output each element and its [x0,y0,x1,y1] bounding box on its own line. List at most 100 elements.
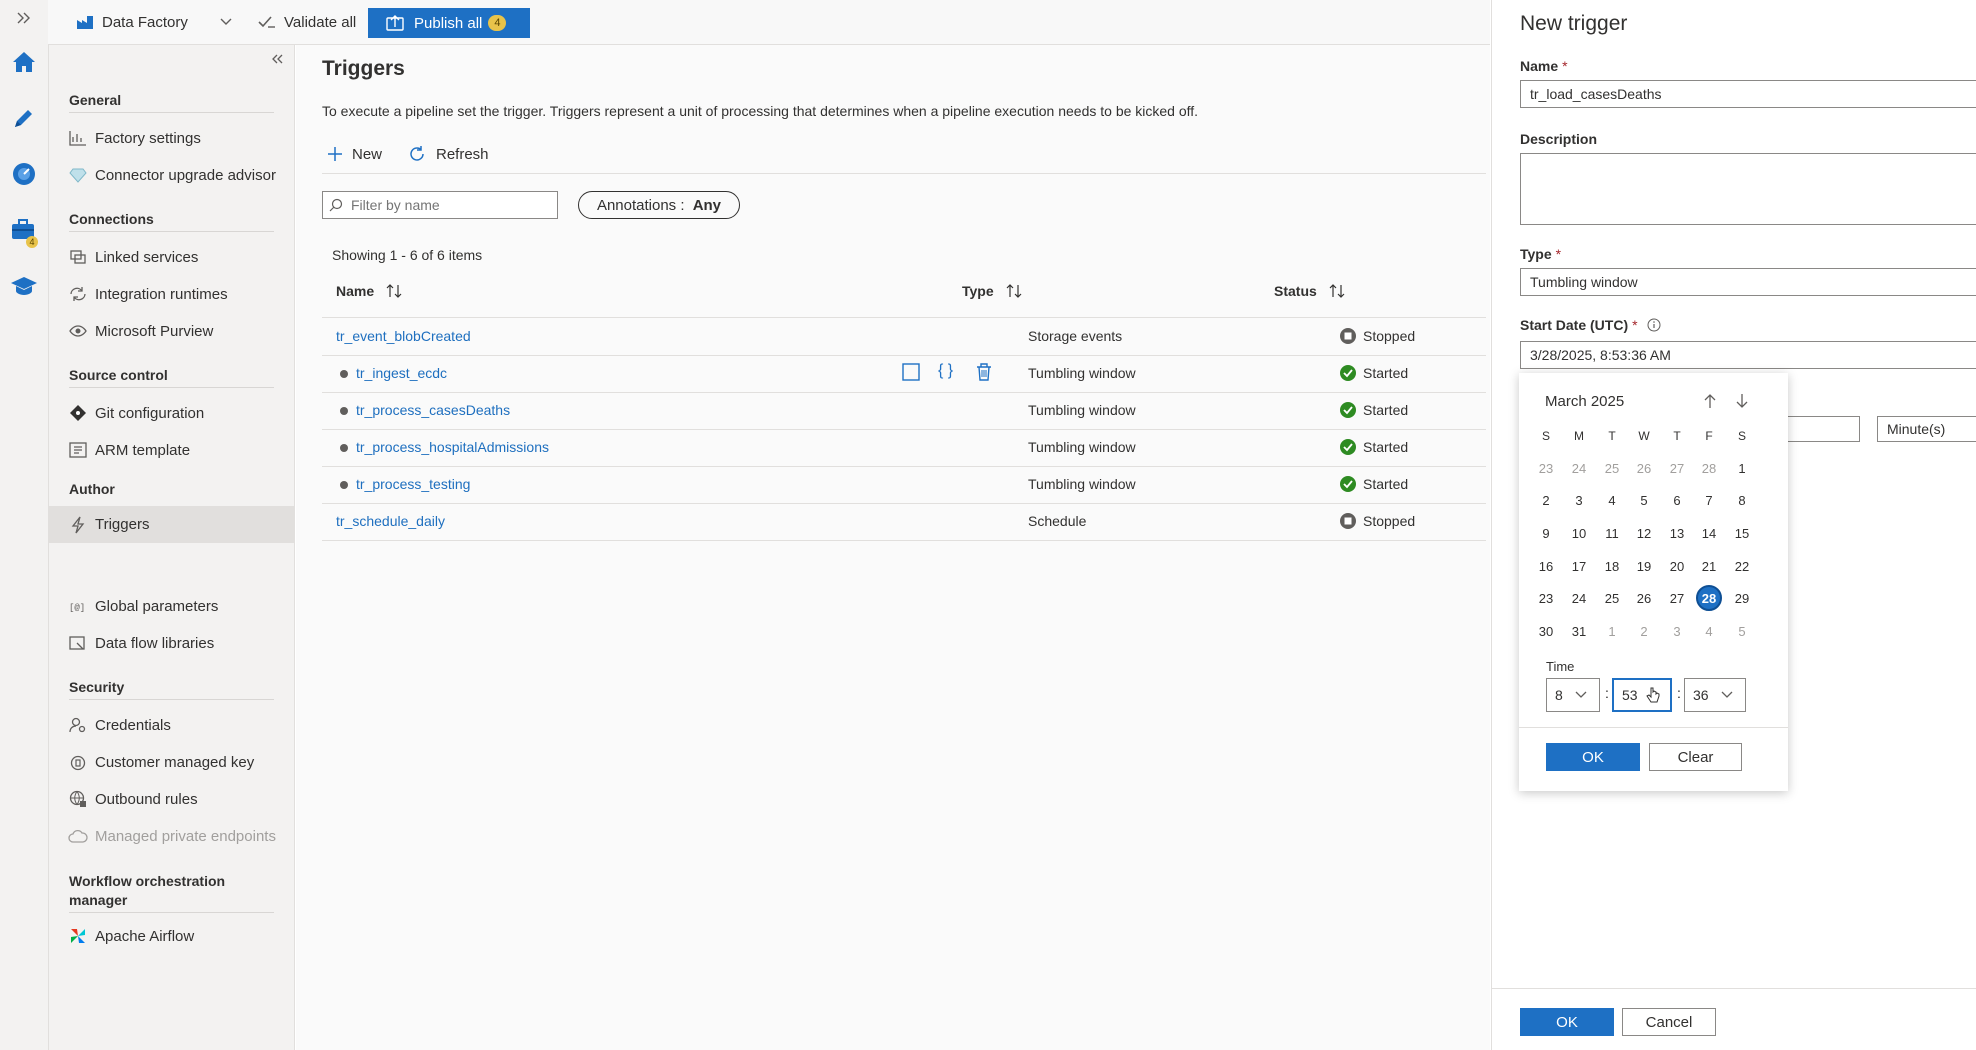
calendar-day[interactable]: 25 [1599,455,1625,481]
calendar-day[interactable]: 6 [1664,487,1690,513]
nav-item-arm-template[interactable]: ARM template [67,435,279,465]
column-header-type[interactable]: Type [962,283,1022,299]
trigger-name-link[interactable]: tr_schedule_daily [336,513,445,529]
calendar-day[interactable]: 1 [1599,618,1625,644]
trigger-name-link[interactable]: tr_process_hospitalAdmissions [356,439,549,455]
recurrence-unit-dropdown[interactable]: Minute(s) [1877,416,1976,442]
calendar-day[interactable]: 25 [1599,585,1625,611]
table-row[interactable]: tr_schedule_daily Schedule Stopped [322,503,1486,541]
second-select[interactable]: 36 [1684,678,1746,712]
annotations-filter-pill[interactable]: Annotations : Any [578,191,740,219]
nav-item-managed-private-endpoints[interactable]: Managed private endpoints [67,821,279,851]
calendar-day[interactable]: 18 [1599,553,1625,579]
table-row[interactable]: tr_ingest_ecdc { } Tumbling window Start… [322,355,1486,393]
filter-input-field[interactable] [349,196,553,214]
nav-item-apache-airflow[interactable]: Apache Airflow [67,921,279,951]
expand-rail-icon[interactable] [4,2,44,34]
author-pencil-icon[interactable] [4,98,44,138]
calendar-day[interactable]: 14 [1696,520,1722,546]
calendar-day[interactable]: 22 [1729,553,1755,579]
table-row[interactable]: tr_process_testing Tumbling window Start… [322,466,1486,504]
nav-item-triggers[interactable]: Triggers [49,506,294,543]
calendar-day[interactable]: 23 [1533,455,1559,481]
nav-item-outbound-rules[interactable]: Outbound rules [67,784,279,814]
publish-all-button[interactable]: Publish all 4 [368,8,530,38]
calendar-day[interactable]: 28 [1696,455,1722,481]
trigger-cancel-button[interactable]: Cancel [1622,1008,1716,1036]
nav-item-git-configuration[interactable]: Git configuration [67,398,279,428]
column-header-status[interactable]: Status [1274,283,1345,299]
calendar-day[interactable]: 10 [1566,520,1592,546]
calendar-day[interactable]: 15 [1729,520,1755,546]
nav-item-dataflow-libraries[interactable]: Data flow libraries [67,628,279,658]
home-icon[interactable] [4,42,44,82]
calendar-day[interactable]: 20 [1664,553,1690,579]
nav-item-customer-managed-key[interactable]: Customer managed key [67,747,279,777]
trigger-name-link[interactable]: tr_event_blobCreated [336,328,471,344]
calendar-day[interactable]: 26 [1631,455,1657,481]
previous-month-arrow-icon[interactable] [1703,393,1717,414]
nav-item-linked-services[interactable]: Linked services [67,242,279,272]
calendar-day[interactable]: 3 [1566,487,1592,513]
calendar-day[interactable]: 27 [1664,455,1690,481]
calendar-day[interactable]: 4 [1599,487,1625,513]
calendar-day[interactable]: 24 [1566,455,1592,481]
calendar-day[interactable]: 31 [1566,618,1592,644]
trigger-name-link[interactable]: tr_process_testing [356,476,470,492]
minute-select[interactable]: 53 [1612,678,1672,712]
type-dropdown[interactable]: Tumbling window [1520,268,1976,296]
calendar-ok-button[interactable]: OK [1546,743,1640,771]
calendar-clear-button[interactable]: Clear [1649,743,1742,771]
code-braces-icon[interactable]: { } [938,362,953,380]
nav-item-credentials[interactable]: Credentials [67,710,279,740]
calendar-day[interactable]: 13 [1664,520,1690,546]
factory-dropdown[interactable]: Data Factory [76,10,232,34]
calendar-day[interactable]: 5 [1729,618,1755,644]
calendar-day-selected[interactable]: 28 [1696,585,1722,611]
calendar-day[interactable]: 7 [1696,487,1722,513]
nav-item-integration-runtimes[interactable]: Integration runtimes [67,279,279,309]
calendar-day[interactable]: 17 [1566,553,1592,579]
calendar-day[interactable]: 3 [1664,618,1690,644]
table-row[interactable]: tr_process_casesDeaths Tumbling window S… [322,392,1486,430]
delete-trash-icon[interactable] [976,363,992,386]
filter-by-name-input[interactable] [322,191,558,219]
trigger-name-link[interactable]: tr_ingest_ecdc [356,365,447,381]
select-checkbox-icon[interactable] [902,363,920,386]
nav-item-global-parameters[interactable]: [@] Global parameters [67,591,279,621]
calendar-day[interactable]: 30 [1533,618,1559,644]
monitor-icon[interactable] [4,154,44,194]
calendar-day[interactable]: 24 [1566,585,1592,611]
start-date-input[interactable]: 3/28/2025, 8:53:36 AM [1520,341,1976,369]
next-month-arrow-icon[interactable] [1735,393,1749,414]
calendar-day[interactable]: 1 [1729,455,1755,481]
nav-item-factory-settings[interactable]: Factory settings [67,123,279,153]
calendar-day[interactable]: 19 [1631,553,1657,579]
calendar-day[interactable]: 4 [1696,618,1722,644]
calendar-day[interactable]: 26 [1631,585,1657,611]
info-icon[interactable] [1647,318,1661,335]
hour-select[interactable]: 8 [1546,678,1600,712]
table-row[interactable]: tr_process_hospitalAdmissions Tumbling w… [322,429,1486,467]
calendar-day[interactable]: 21 [1696,553,1722,579]
collapse-nav-icon[interactable] [271,51,283,69]
calendar-day[interactable]: 5 [1631,487,1657,513]
new-trigger-button[interactable]: New [328,141,382,167]
trigger-name-link[interactable]: tr_process_casesDeaths [356,402,510,418]
learning-center-icon[interactable] [4,266,44,306]
table-row[interactable]: tr_event_blobCreated Storage events Stop… [322,318,1486,356]
calendar-day[interactable]: 29 [1729,585,1755,611]
calendar-day[interactable]: 2 [1631,618,1657,644]
calendar-day[interactable]: 9 [1533,520,1559,546]
manage-toolbox-icon[interactable]: 4 [4,210,44,250]
calendar-day[interactable]: 8 [1729,487,1755,513]
nav-item-connector-upgrade[interactable]: Connector upgrade advisor [67,160,279,190]
validate-all-button[interactable]: Validate all [258,10,356,34]
column-header-name[interactable]: Name [336,283,402,299]
calendar-day[interactable]: 12 [1631,520,1657,546]
name-input[interactable]: tr_load_casesDeaths [1520,80,1976,108]
calendar-day[interactable]: 2 [1533,487,1559,513]
calendar-day[interactable]: 27 [1664,585,1690,611]
refresh-button[interactable]: Refresh [408,141,489,167]
calendar-day[interactable]: 23 [1533,585,1559,611]
